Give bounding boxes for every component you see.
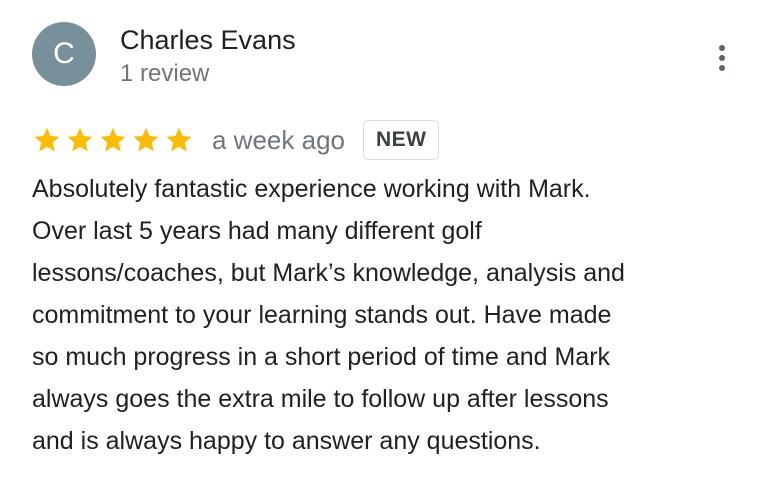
more-vert-icon-dot — [719, 65, 725, 71]
avatar[interactable]: C — [32, 22, 96, 86]
review-meta: a week ago NEW — [32, 118, 440, 162]
new-badge: NEW — [362, 120, 440, 160]
star-rating — [32, 125, 194, 155]
review-card: C Charles Evans 1 review a week ago NEW … — [0, 0, 774, 486]
star-icon — [133, 127, 159, 152]
star-icon — [67, 127, 93, 152]
star-icon — [100, 127, 126, 152]
more-vert-icon-dot — [719, 55, 725, 61]
star-icon — [34, 127, 60, 152]
more-vert-icon — [719, 45, 725, 51]
author-name[interactable]: Charles Evans — [120, 22, 296, 58]
avatar-initial: C — [53, 37, 75, 70]
review-count: 1 review — [120, 60, 210, 87]
review-time: a week ago — [212, 125, 345, 155]
review-text: Absolutely fantastic experience working … — [32, 175, 625, 455]
star-icon — [166, 127, 192, 152]
more-options-button[interactable] — [706, 38, 738, 78]
